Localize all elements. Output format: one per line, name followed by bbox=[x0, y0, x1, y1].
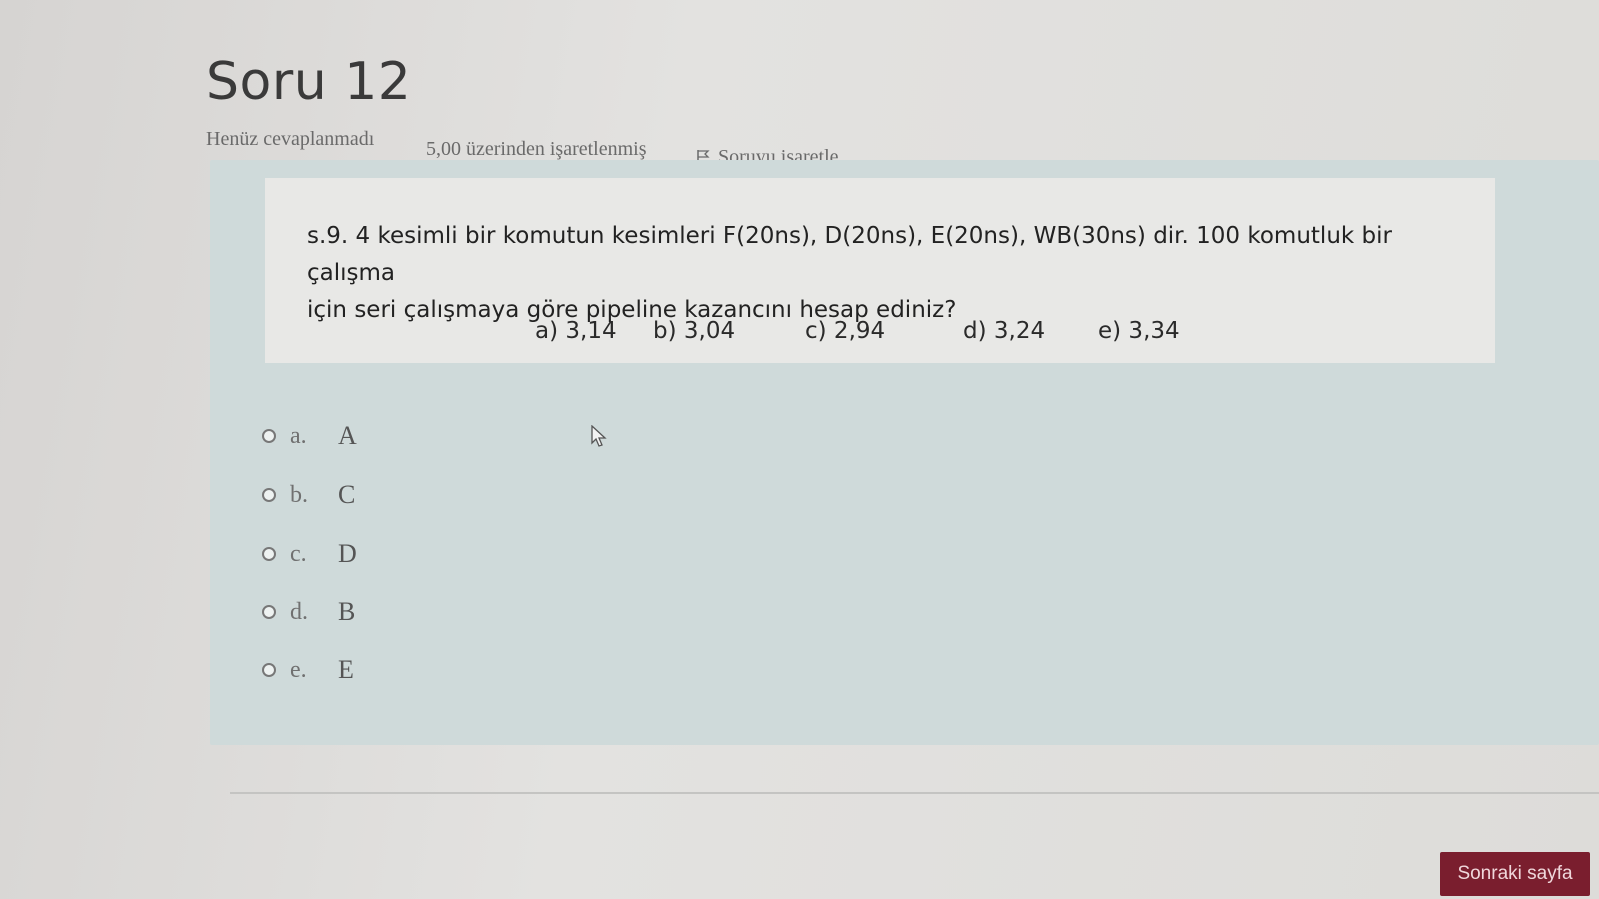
radio-button[interactable] bbox=[262, 663, 276, 677]
answer-status: Henüz cevaplanmadı bbox=[206, 128, 375, 150]
mouse-pointer-icon bbox=[591, 425, 607, 447]
option-letter: d. bbox=[290, 598, 308, 625]
answer-option-c[interactable]: c. D bbox=[262, 536, 357, 572]
page-title: Soru 12 bbox=[206, 52, 412, 112]
option-letter: e. bbox=[290, 656, 307, 683]
option-letter: c. bbox=[290, 540, 307, 567]
answer-option-e[interactable]: e. E bbox=[262, 652, 354, 688]
inline-choice-d: d) 3,24 bbox=[963, 318, 1046, 344]
inline-choices: a) 3,14 b) 3,04 c) 2,94 d) 3,24 e) 3,34 bbox=[265, 318, 1495, 354]
divider bbox=[230, 792, 1599, 794]
question-text-line-1: s.9. 4 kesimli bir komutun kesimleri F(2… bbox=[307, 223, 1392, 286]
option-letter: b. bbox=[290, 481, 308, 508]
radio-button[interactable] bbox=[262, 605, 276, 619]
radio-button[interactable] bbox=[262, 547, 276, 561]
option-letter: a. bbox=[290, 422, 307, 449]
radio-button[interactable] bbox=[262, 429, 276, 443]
question-text-box: s.9. 4 kesimli bir komutun kesimleri F(2… bbox=[265, 178, 1495, 363]
radio-button[interactable] bbox=[262, 488, 276, 502]
question-panel: s.9. 4 kesimli bir komutun kesimleri F(2… bbox=[210, 160, 1599, 745]
inline-choice-e: e) 3,34 bbox=[1098, 318, 1180, 344]
mark-info: 5,00 üzerinden işaretlenmiş bbox=[426, 138, 647, 160]
option-value: A bbox=[338, 421, 357, 450]
answer-option-b[interactable]: b. C bbox=[262, 477, 355, 513]
option-value: D bbox=[338, 539, 357, 568]
next-page-button[interactable]: Sonraki sayfa bbox=[1440, 852, 1590, 896]
question-text: s.9. 4 kesimli bir komutun kesimleri F(2… bbox=[307, 218, 1457, 329]
option-value: C bbox=[338, 480, 356, 509]
option-value: E bbox=[338, 655, 354, 684]
answer-option-d[interactable]: d. B bbox=[262, 594, 355, 630]
inline-choice-a: a) 3,14 bbox=[535, 318, 617, 344]
inline-choice-c: c) 2,94 bbox=[805, 318, 886, 344]
answer-option-a[interactable]: a. A bbox=[262, 418, 357, 454]
inline-choice-b: b) 3,04 bbox=[653, 318, 736, 344]
option-value: B bbox=[338, 597, 356, 626]
